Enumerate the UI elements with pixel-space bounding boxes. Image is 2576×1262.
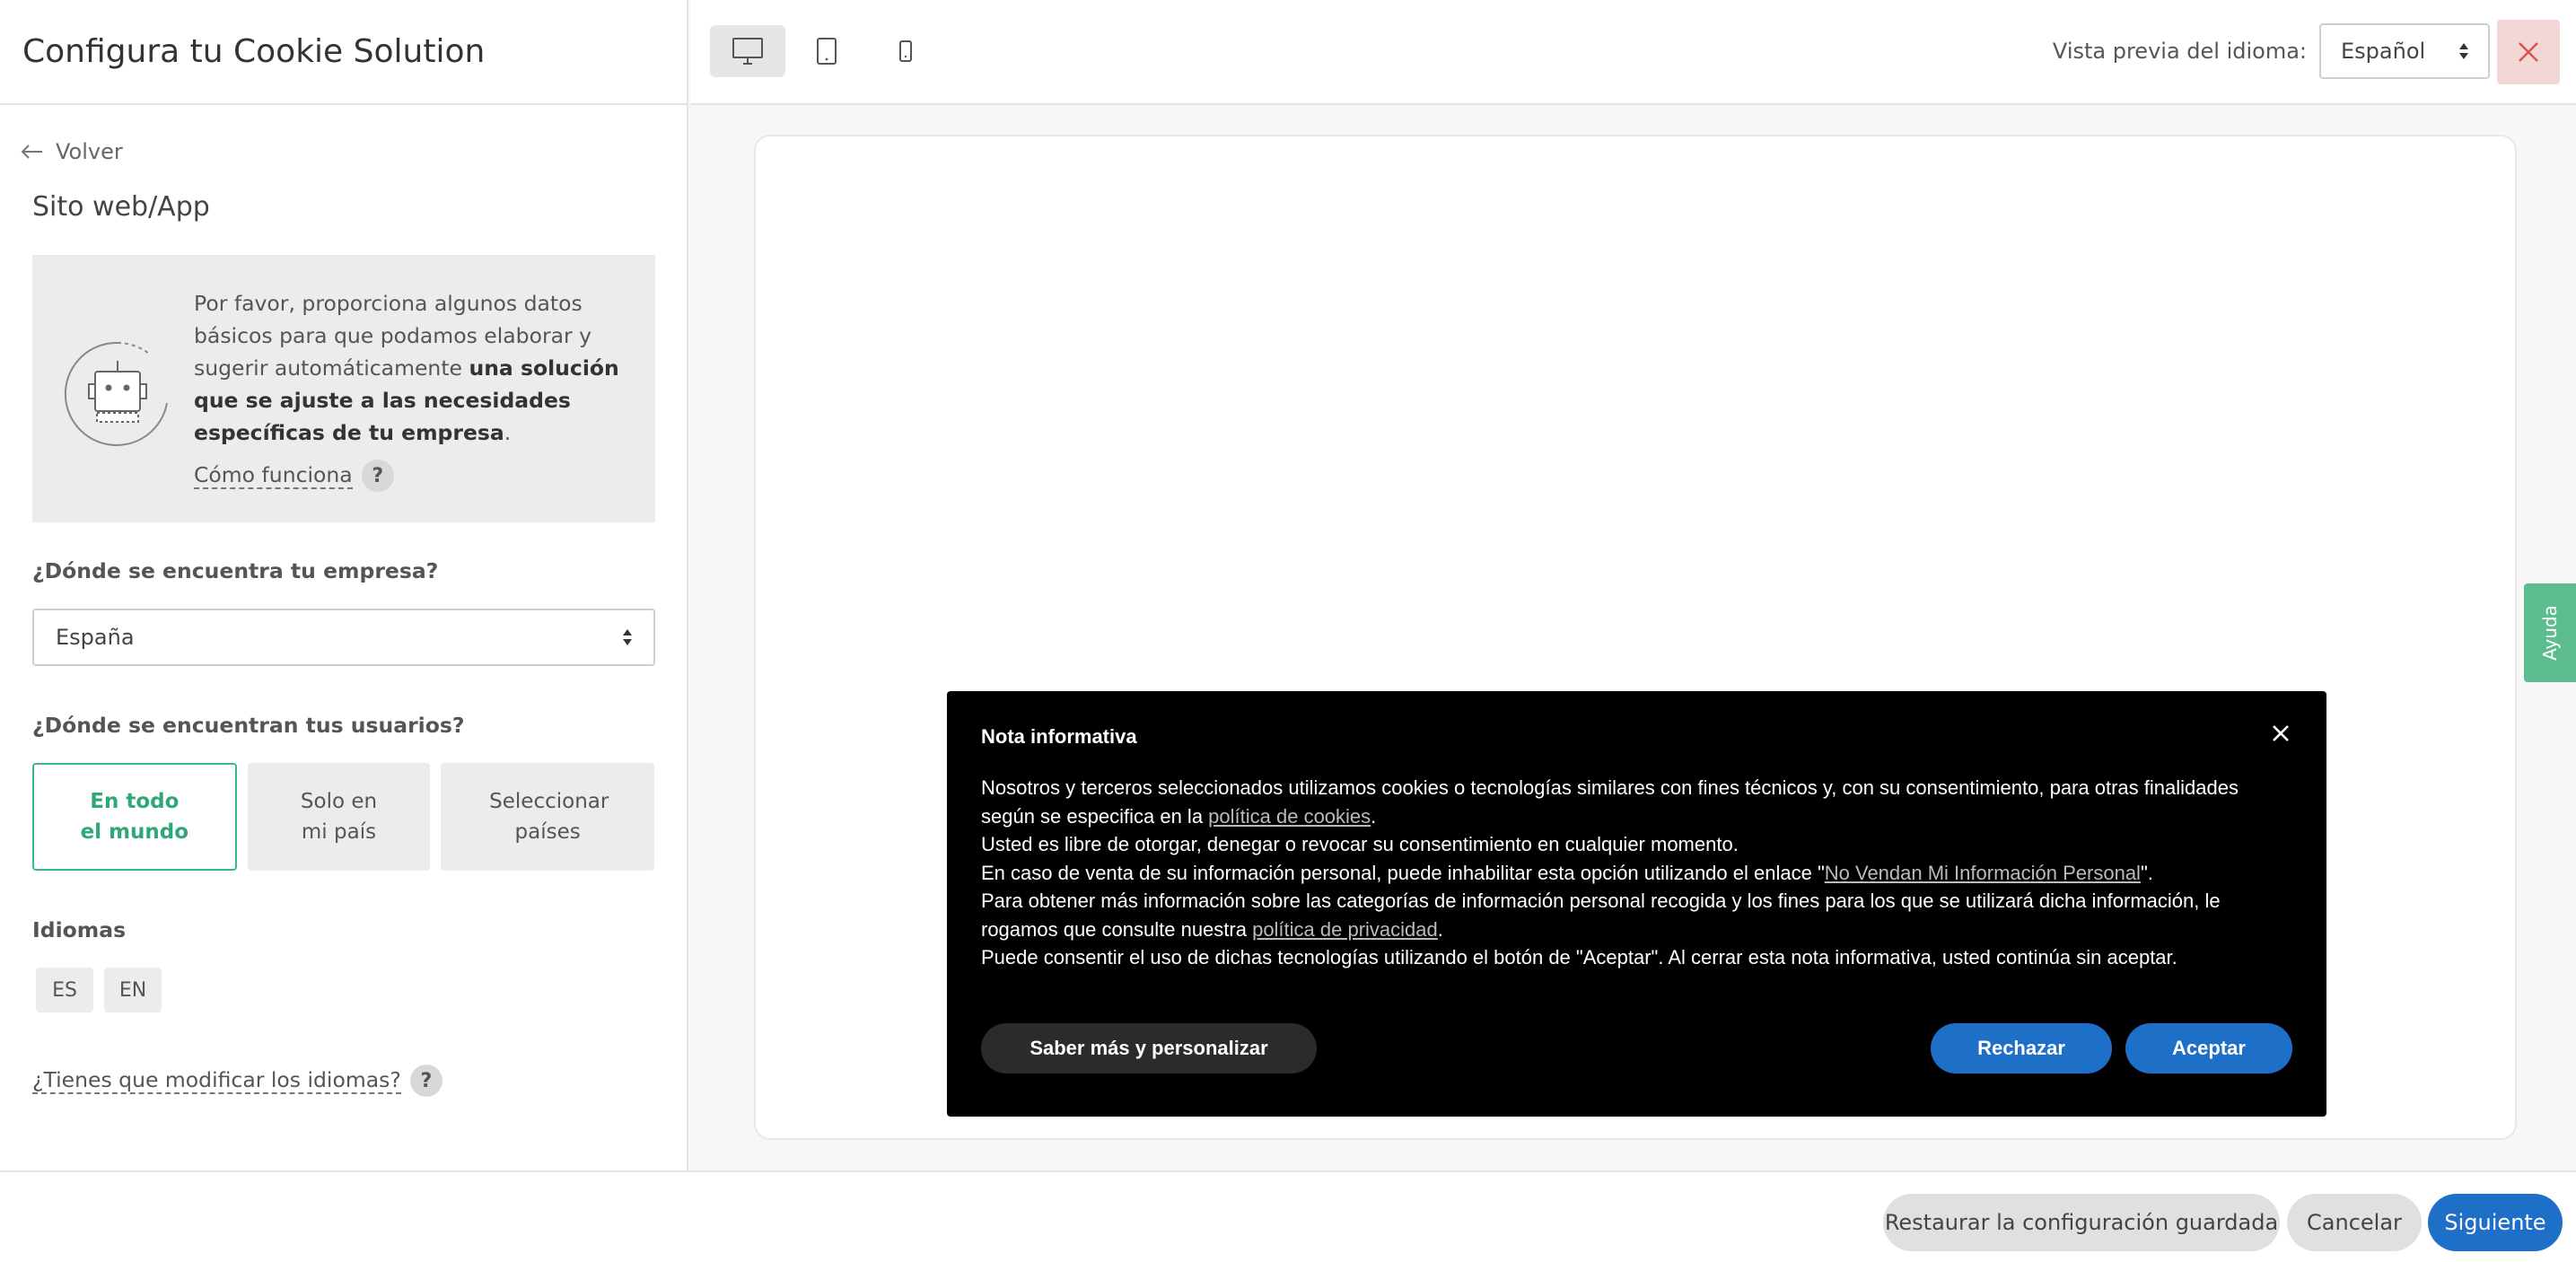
- close-icon: [2519, 42, 2538, 62]
- tablet-icon: [817, 38, 837, 65]
- users-location-label: ¿Dónde se encuentran tus usuarios?: [32, 713, 465, 738]
- language-tag-es[interactable]: ES: [36, 968, 93, 1012]
- close-button[interactable]: [2497, 20, 2560, 84]
- language-preview-label: Vista previa del idioma:: [2052, 39, 2307, 64]
- banner-text-line4-end: .: [1437, 917, 1443, 941]
- panel-header: Configura tu Cookie Solution: [0, 0, 687, 105]
- banner-text-line3: En caso de venta de su información perso…: [981, 861, 1825, 884]
- language-tag-en[interactable]: EN: [104, 968, 162, 1012]
- company-location-select[interactable]: España: [32, 609, 655, 666]
- robot-icon: [64, 341, 168, 446]
- sort-arrows-icon: [623, 629, 632, 645]
- banner-text-line1-end: .: [1371, 804, 1377, 828]
- restore-config-button[interactable]: Restaurar la configuración guardada: [1883, 1194, 2280, 1251]
- arrow-left-icon: [21, 145, 42, 159]
- language-preview: Vista previa del idioma: Español: [2053, 23, 2490, 79]
- next-button[interactable]: Siguiente: [2428, 1194, 2563, 1251]
- languages-label: Idiomas: [32, 917, 127, 942]
- cookie-policy-link[interactable]: política de cookies: [1208, 805, 1371, 828]
- banner-text-line1: Nosotros y terceros seleccionados utiliz…: [981, 776, 2239, 828]
- modify-languages-link[interactable]: ¿Tienes que modificar los idiomas?: [32, 1067, 401, 1094]
- help-badge[interactable]: ?: [361, 460, 394, 492]
- device-switcher: [710, 25, 943, 77]
- banner-text: Nosotros y terceros seleccionados utiliz…: [981, 774, 2291, 972]
- banner-text-line4: Para obtener más información sobre las c…: [981, 890, 2221, 941]
- option-worldwide[interactable]: En todo el mundo: [32, 763, 237, 871]
- banner-text-line5: Puede consentir el uso de dichas tecnolo…: [981, 946, 2177, 968]
- how-it-works-link[interactable]: Cómo funciona: [194, 462, 353, 489]
- config-panel: Configura tu Cookie Solution Volver Sito…: [0, 0, 688, 1170]
- how-it-works: Cómo funciona ?: [194, 460, 394, 492]
- company-location-value: España: [56, 625, 135, 650]
- device-tablet-button[interactable]: [789, 25, 864, 77]
- banner-text-line3-end: ".: [2140, 861, 2153, 884]
- sort-arrows-icon: [2459, 43, 2468, 59]
- banner-text-line2: Usted es libre de otorgar, denegar o rev…: [981, 833, 1739, 855]
- help-tab[interactable]: Ayuda: [2524, 583, 2576, 682]
- help-tab-label: Ayuda: [2539, 605, 2562, 661]
- accept-button[interactable]: Aceptar: [2125, 1023, 2292, 1074]
- cookie-banner: Nota informativa Nosotros y terceros sel…: [947, 691, 2326, 1117]
- close-icon[interactable]: [2271, 723, 2291, 743]
- info-text: Por favor, proporciona algunos datos bás…: [194, 287, 634, 449]
- info-box: Por favor, proporciona algunos datos bás…: [32, 255, 655, 522]
- banner-title: Nota informativa: [981, 725, 1137, 748]
- back-button[interactable]: Volver: [20, 139, 654, 164]
- preview-toolbar: Vista previa del idioma: Español: [690, 0, 2576, 105]
- language-tags: ES EN: [36, 968, 654, 1012]
- modify-help-badge[interactable]: ?: [409, 1065, 442, 1097]
- learn-more-button[interactable]: Saber más y personalizar: [981, 1023, 1317, 1074]
- language-preview-select[interactable]: Español: [2319, 23, 2490, 79]
- option-select-countries-label: Seleccionar países: [489, 790, 609, 844]
- users-location-options: En todo el mundo Solo en mi país Selecci…: [32, 763, 654, 871]
- option-worldwide-label: En todo el mundo: [80, 790, 189, 844]
- reject-button[interactable]: Rechazar: [1931, 1023, 2112, 1074]
- footer-bar: Restaurar la configuración guardada Canc…: [0, 1170, 2576, 1262]
- option-my-country[interactable]: Solo en mi país: [247, 763, 431, 871]
- info-text-2: .: [504, 420, 512, 445]
- privacy-policy-link[interactable]: política de privacidad: [1252, 918, 1438, 941]
- section-title: Sito web/App: [32, 191, 210, 223]
- option-select-countries[interactable]: Seleccionar países: [441, 763, 654, 871]
- cancel-button[interactable]: Cancelar: [2287, 1194, 2422, 1251]
- company-location-label: ¿Dónde se encuentra tu empresa?: [32, 558, 439, 583]
- mobile-icon: [899, 40, 912, 62]
- language-preview-value: Español: [2341, 39, 2426, 64]
- do-not-sell-link[interactable]: No Vendan Mi Información Personal: [1825, 862, 2141, 884]
- back-label: Volver: [56, 139, 123, 164]
- desktop-icon: [732, 38, 763, 65]
- option-my-country-label: Solo en mi país: [300, 790, 378, 844]
- device-desktop-button[interactable]: [710, 25, 785, 77]
- modify-languages: ¿Tienes que modificar los idiomas? ?: [32, 1065, 654, 1097]
- page-title: Configura tu Cookie Solution: [22, 33, 486, 70]
- device-mobile-button[interactable]: [868, 25, 943, 77]
